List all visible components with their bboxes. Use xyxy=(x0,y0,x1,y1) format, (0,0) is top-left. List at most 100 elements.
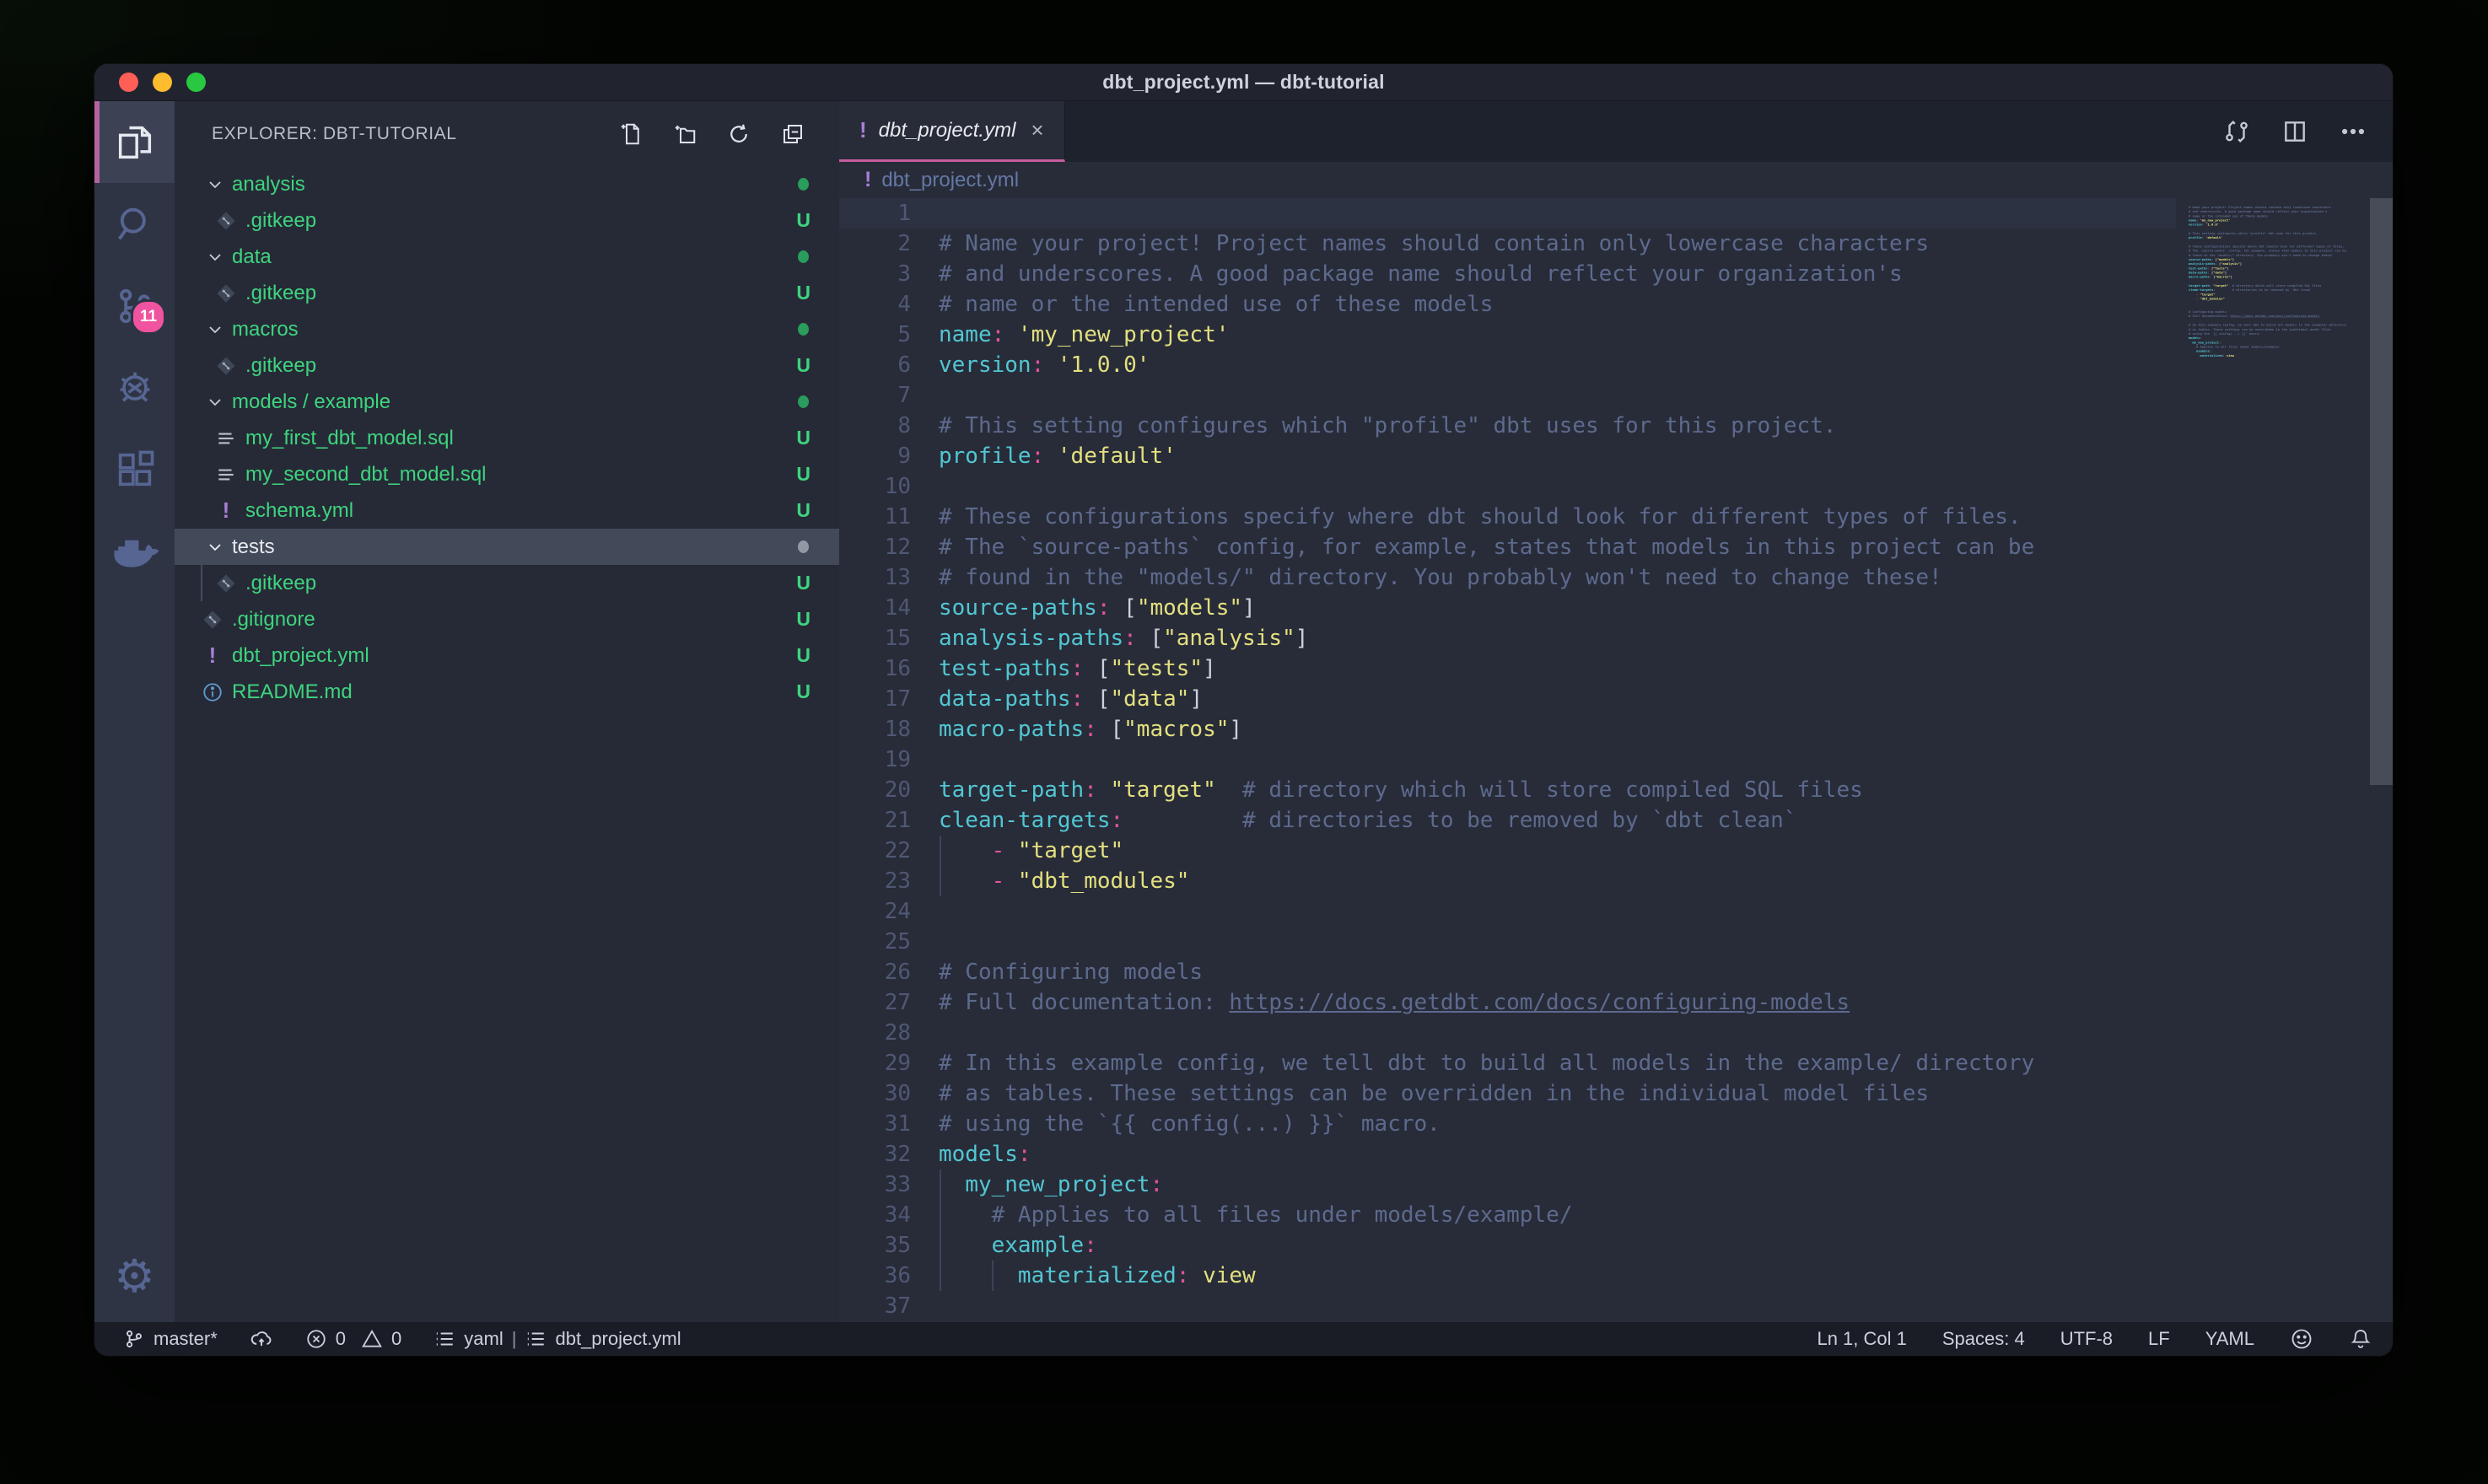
cursor-position[interactable]: Ln 1, Col 1 xyxy=(1817,1328,1906,1350)
tree-item-label: .gitkeep xyxy=(245,572,316,595)
extensions-icon[interactable] xyxy=(94,428,175,510)
new-folder-icon[interactable] xyxy=(672,121,697,147)
tree-item-label: .gitkeep xyxy=(245,209,316,233)
code-line-28: 28 xyxy=(839,1018,2176,1048)
code-line-27: 27# Full documentation: https://docs.get… xyxy=(839,987,2176,1018)
line-number: 24 xyxy=(839,896,911,927)
branch-icon xyxy=(123,1328,145,1350)
line-number: 20 xyxy=(839,775,911,805)
error-icon xyxy=(305,1328,327,1350)
line-number: 27 xyxy=(839,987,911,1018)
close-button[interactable] xyxy=(119,73,138,92)
editor-group: ! dbt_project.yml × xyxy=(839,101,2393,1322)
source-control-icon[interactable]: 11 xyxy=(94,265,175,347)
line-number: 32 xyxy=(839,1139,911,1169)
tree-item-label: tests xyxy=(232,535,275,559)
code-line-31: 31# using the `{{ config(...) }}` macro. xyxy=(839,1109,2176,1139)
chevron-down-icon xyxy=(203,318,227,341)
notifications-bell-icon[interactable] xyxy=(2349,1327,2372,1351)
more-actions-icon[interactable] xyxy=(2339,117,2367,146)
info-file-icon xyxy=(200,680,225,705)
tree-item-label: analysis xyxy=(232,173,305,196)
line-number: 12 xyxy=(839,532,911,562)
code-line-36: 36 materialized: view xyxy=(839,1261,2176,1291)
settings-gear-icon[interactable]: ⚙ xyxy=(94,1229,175,1322)
line-number: 16 xyxy=(839,653,911,684)
code-line-29: 29# In this example config, we tell dbt … xyxy=(839,1048,2176,1078)
eol-setting[interactable]: LF xyxy=(2148,1328,2170,1350)
docker-icon[interactable] xyxy=(94,510,175,592)
tree-item--gitkeep[interactable]: .gitkeep U xyxy=(175,202,839,239)
new-file-icon[interactable] xyxy=(618,121,644,147)
tree-item-label: my_second_dbt_model.sql xyxy=(245,463,487,487)
sync-status[interactable] xyxy=(250,1327,273,1351)
indentation-setting[interactable]: Spaces: 4 xyxy=(1942,1328,2025,1350)
tree-item--gitkeep[interactable]: .gitkeepU xyxy=(175,275,839,311)
tree-item--gitignore[interactable]: .gitignoreU xyxy=(175,601,839,637)
refresh-icon[interactable] xyxy=(726,121,751,147)
split-editor-icon[interactable] xyxy=(2281,118,2308,145)
breadcrumb[interactable]: ! dbt_project.yml xyxy=(839,162,2393,198)
whale-icon xyxy=(111,528,159,575)
git-modified-dot xyxy=(798,323,809,336)
language-mode[interactable]: YAML xyxy=(2205,1328,2254,1350)
tree-item-analysis[interactable]: analysis xyxy=(175,166,839,202)
line-number: 10 xyxy=(839,471,911,502)
debug-icon[interactable] xyxy=(94,347,175,428)
search-icon[interactable] xyxy=(94,183,175,265)
yaml-warning-icon: ! xyxy=(859,117,867,143)
line-number: 26 xyxy=(839,957,911,987)
minimap[interactable]: # Name your project! Project names shoul… xyxy=(2176,198,2370,1322)
tree-item-readme-md[interactable]: README.mdU xyxy=(175,674,839,710)
code-line-4: 4# name or the intended use of these mod… xyxy=(839,289,2176,320)
code-line-33: 33 my_new_project: xyxy=(839,1169,2176,1200)
code-line-32: 32models: xyxy=(839,1139,2176,1169)
desktop-background: dbt_project.yml — dbt-tutorial xyxy=(0,0,2488,1484)
git-status-badge: U xyxy=(796,209,810,232)
tree-item--gitkeep[interactable]: .gitkeepU xyxy=(175,347,839,384)
tab-dbt-project-yml[interactable]: ! dbt_project.yml × xyxy=(839,101,1065,162)
git-branch-status[interactable]: master* xyxy=(123,1328,218,1350)
zoom-button[interactable] xyxy=(186,73,206,92)
tab-label: dbt_project.yml xyxy=(879,119,1016,142)
yaml-file-icon: ! xyxy=(213,498,239,524)
encoding[interactable]: UTF-8 xyxy=(2060,1328,2113,1350)
tree-item-macros[interactable]: macros xyxy=(175,311,839,347)
squares-icon xyxy=(113,448,157,492)
editor-scrollbar[interactable] xyxy=(2370,198,2393,1322)
explorer-icon[interactable] xyxy=(94,101,175,183)
yaml-mode-status[interactable]: yaml | dbt_project.yml xyxy=(434,1328,681,1350)
scrollbar-thumb[interactable] xyxy=(2370,198,2393,785)
tree-item-dbt-project-yml[interactable]: !dbt_project.ymlU xyxy=(175,637,839,674)
breadcrumb-file[interactable]: dbt_project.yml xyxy=(881,169,1019,192)
tree-item-label: README.md xyxy=(232,680,353,704)
git-status-badge: U xyxy=(796,354,810,377)
git-modified-dot xyxy=(798,540,809,553)
tab-close-icon[interactable]: × xyxy=(1031,117,1043,143)
code-line-30: 30# as tables. These settings can be ove… xyxy=(839,1078,2176,1109)
collapse-folders-icon[interactable] xyxy=(780,121,805,147)
tree-item-tests[interactable]: tests xyxy=(175,529,839,565)
code-editor[interactable]: 12 # Name your project! Project names sho… xyxy=(839,198,2393,1322)
open-changes-icon[interactable] xyxy=(2222,117,2251,146)
window-title: dbt_project.yml — dbt-tutorial xyxy=(1102,71,1384,94)
line-number: 21 xyxy=(839,805,911,836)
tree-item-models-example[interactable]: models / example xyxy=(175,384,839,420)
minimize-button[interactable] xyxy=(153,73,172,92)
code-line-16: 16test-paths: ["tests"] xyxy=(839,653,2176,684)
explorer-sidebar: EXPLORER: DBT-TUTORIAL xyxy=(175,101,839,1322)
tree-item-my-second-dbt-model-sql[interactable]: my_second_dbt_model.sqlU xyxy=(175,456,839,492)
tree-item-my-first-dbt-model-sql[interactable]: my_first_dbt_model.sqlU xyxy=(175,420,839,456)
chevron-down-icon xyxy=(203,245,227,269)
tree-item-data[interactable]: data xyxy=(175,239,839,275)
explorer-title: EXPLORER: DBT-TUTORIAL xyxy=(212,124,618,144)
tree-item-schema-yml[interactable]: !schema.ymlU xyxy=(175,492,839,529)
line-number: 37 xyxy=(839,1291,911,1321)
code-line-15: 15analysis-paths: ["analysis"] xyxy=(839,623,2176,653)
git-file-icon xyxy=(200,607,225,632)
feedback-smiley-icon[interactable] xyxy=(2290,1327,2313,1351)
code-line-34: 34 # Applies to all files under models/e… xyxy=(839,1200,2176,1230)
tree-item--gitkeep[interactable]: .gitkeepU xyxy=(175,565,839,601)
git-status-badge: U xyxy=(796,644,810,667)
problems-status[interactable]: 0 0 xyxy=(305,1328,402,1350)
